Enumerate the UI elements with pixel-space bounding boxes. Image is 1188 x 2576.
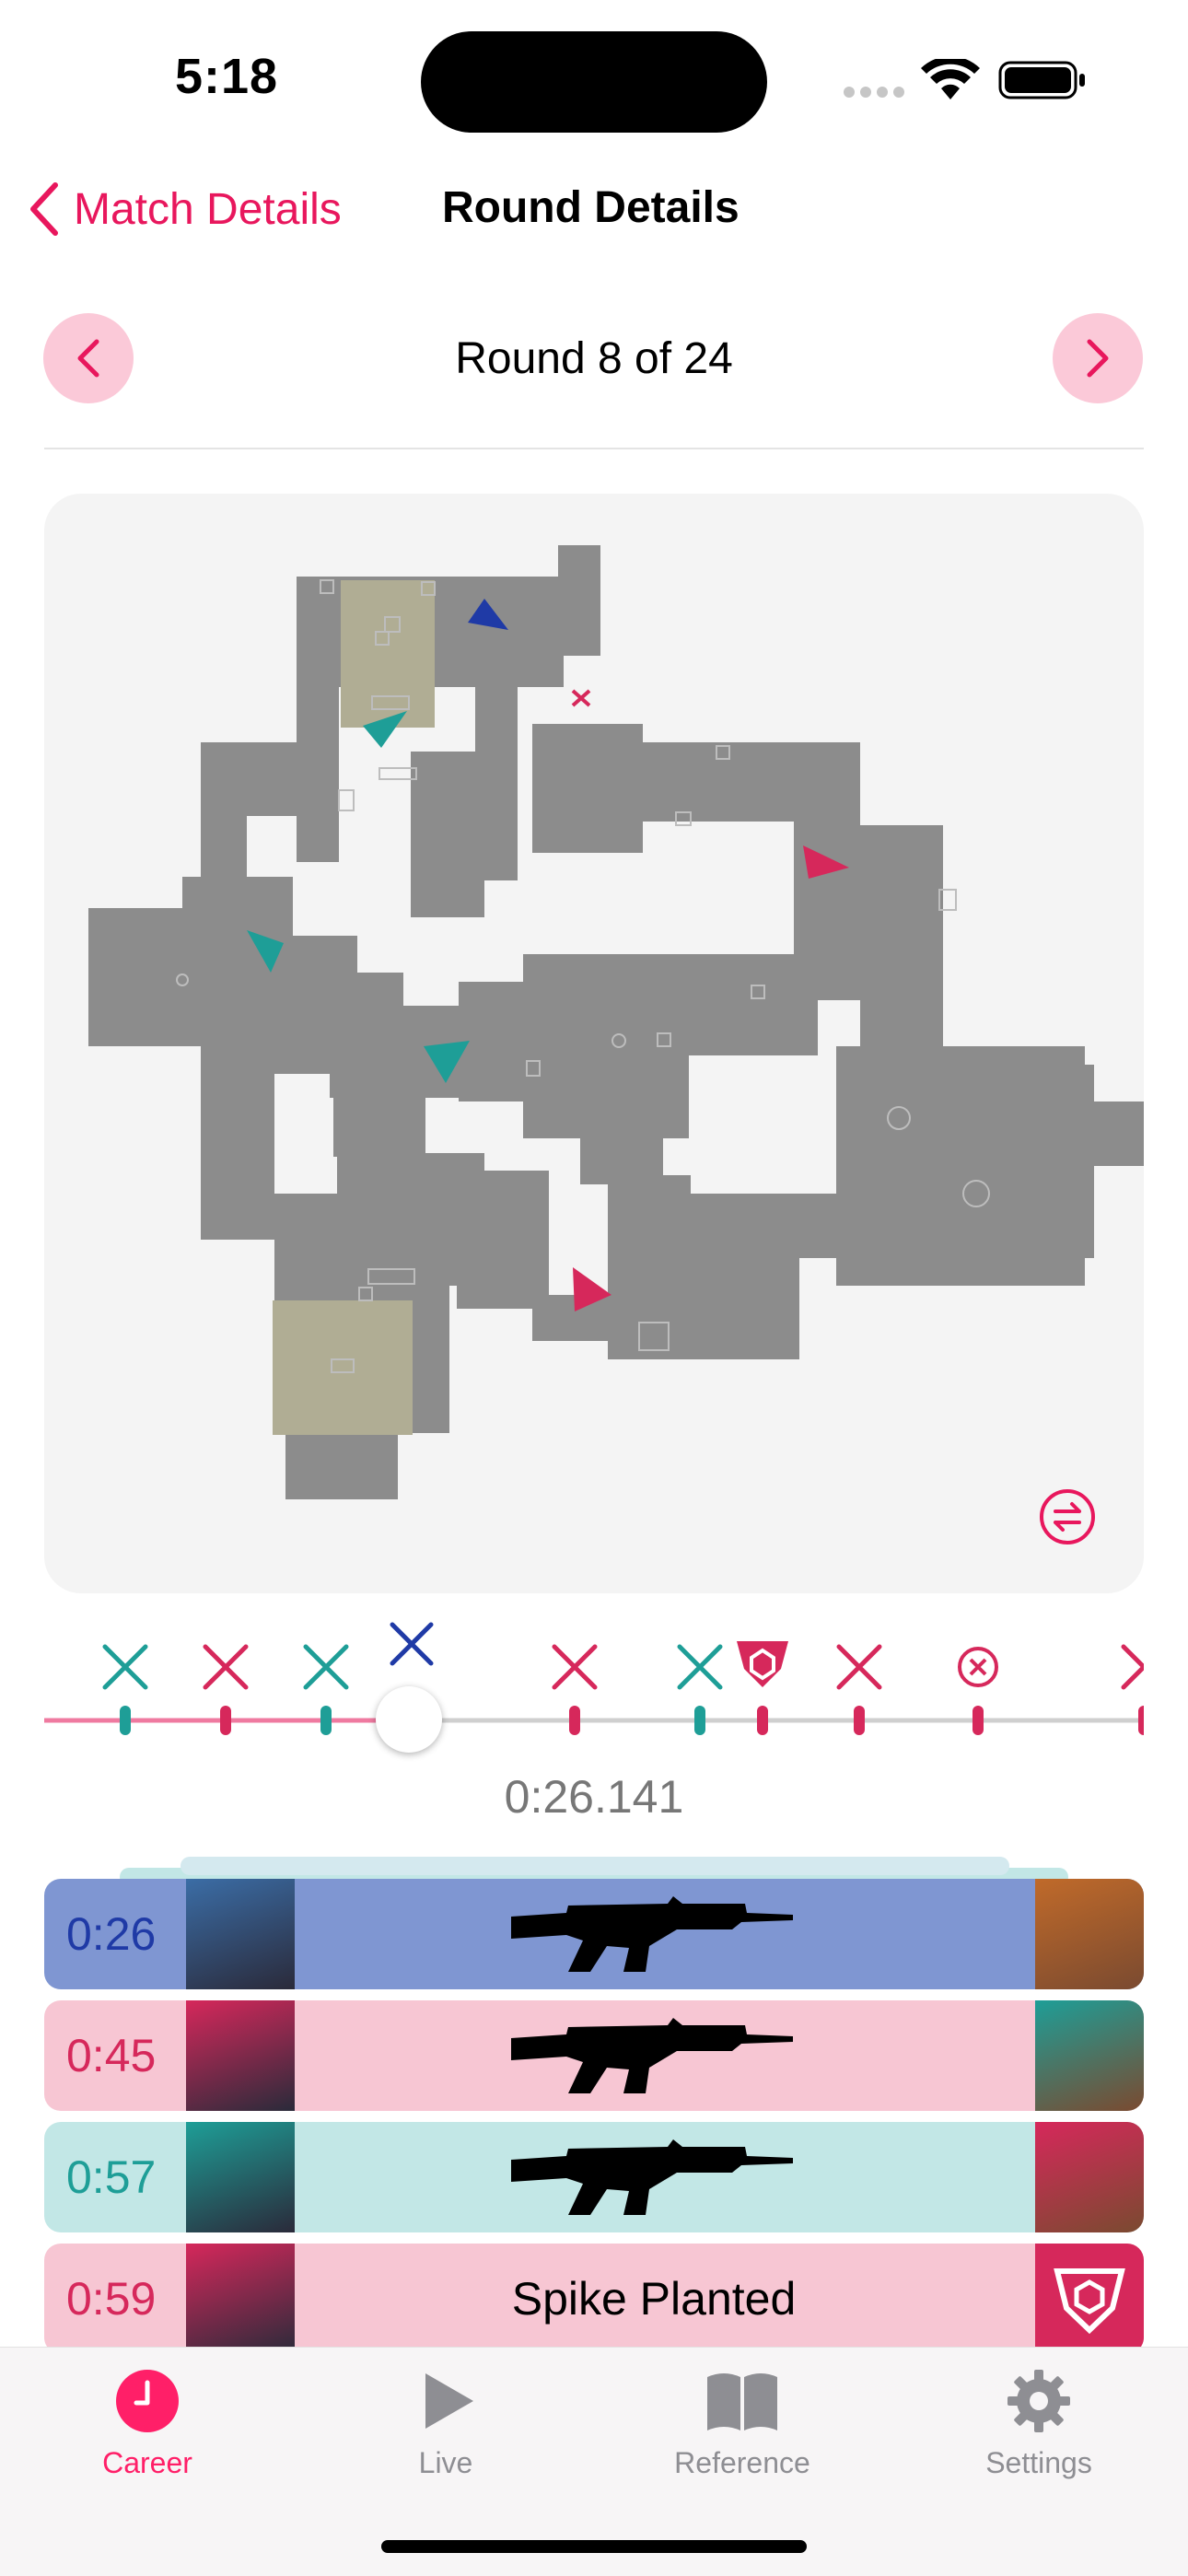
current-time-label: 0:26.141 [504, 1771, 684, 1823]
clock-icon [116, 2370, 179, 2432]
minimap[interactable] [44, 494, 1144, 1593]
stacked-card-edge [181, 1857, 1009, 1875]
chevron-right-icon [1087, 339, 1109, 378]
kill-icon [390, 1622, 434, 1666]
victim-agent-portrait [1035, 2000, 1144, 2111]
tab-label: Live [418, 2446, 473, 2479]
gear-icon [1007, 2370, 1070, 2432]
event-time: 0:45 [66, 2030, 157, 2081]
death-marker-icon [571, 689, 591, 707]
spike-icon [1035, 2244, 1144, 2354]
defuse-icon [958, 1647, 998, 1687]
tab-reference[interactable]: Reference [632, 2368, 853, 2480]
home-indicator [381, 2540, 807, 2553]
divider [44, 448, 1144, 449]
victim-agent-portrait [1035, 2122, 1144, 2232]
killer-agent-portrait [186, 2244, 295, 2354]
cellular-signal-icon [842, 85, 906, 104]
event-row[interactable]: 0:59 Spike Planted [44, 2244, 1144, 2354]
next-round-button[interactable] [1053, 313, 1143, 403]
killer-agent-portrait [186, 2122, 295, 2232]
site-b [273, 1300, 413, 1435]
event-row[interactable]: 0:26 [44, 1879, 1144, 1989]
chevron-left-icon [30, 182, 58, 236]
battery-icon [998, 61, 1087, 104]
play-icon [425, 2373, 473, 2429]
kill-icon [552, 1644, 598, 1690]
tab-label: Settings [985, 2446, 1092, 2479]
dynamic-island [421, 31, 767, 133]
tab-live[interactable]: Live [335, 2368, 556, 2480]
event-row[interactable]: 0:45 [44, 2000, 1144, 2111]
tab-settings[interactable]: Settings [928, 2368, 1149, 2480]
vandal-icon [293, 2000, 1015, 2111]
round-timeline[interactable] [44, 1621, 1167, 1768]
victim-agent-portrait [1035, 1879, 1144, 1989]
wifi-icon [921, 56, 980, 106]
event-time: 0:57 [66, 2151, 157, 2203]
event-row[interactable]: 0:57 [44, 2122, 1144, 2232]
back-button[interactable]: Match Details [28, 177, 342, 241]
back-label: Match Details [74, 184, 342, 234]
kill-icon [102, 1644, 148, 1690]
swap-icon [1040, 1489, 1095, 1544]
site-a [341, 580, 435, 728]
event-time: 0:59 [66, 2273, 157, 2325]
tab-career[interactable]: Career [37, 2368, 258, 2480]
tab-label: Career [102, 2446, 192, 2479]
kill-icon [303, 1644, 349, 1690]
map-layout [88, 545, 1144, 1499]
event-time: 0:26 [66, 1908, 157, 1960]
round-label: Round 8 of 24 [455, 334, 733, 383]
killer-agent-portrait [186, 2000, 295, 2111]
kill-icon [836, 1644, 882, 1690]
kill-icon [203, 1644, 249, 1690]
swap-sides-button[interactable] [1037, 1486, 1098, 1552]
page-title: Round Details [442, 183, 740, 232]
spike-plant-icon [737, 1641, 788, 1687]
tab-label: Reference [674, 2446, 810, 2479]
status-time: 5:18 [175, 49, 279, 104]
event-text: Spike Planted [511, 2273, 797, 2325]
kill-icon [677, 1644, 723, 1690]
vandal-icon [293, 2122, 1015, 2232]
book-icon [707, 2373, 777, 2430]
timeline-scrubber-handle[interactable] [376, 1686, 442, 1753]
vandal-icon [293, 1879, 1015, 1989]
killer-agent-portrait [186, 1879, 295, 1989]
